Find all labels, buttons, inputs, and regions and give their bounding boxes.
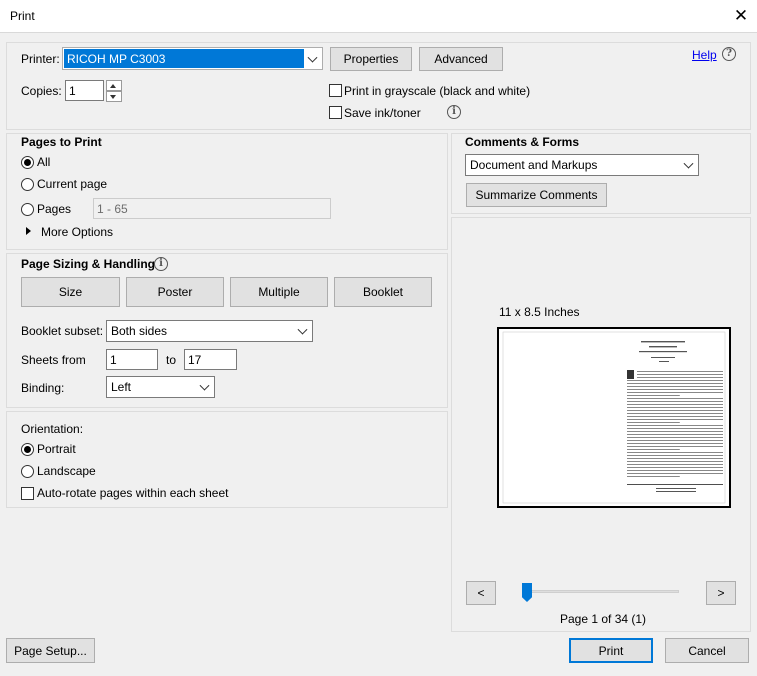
sheets-from-label: Sheets from: [21, 353, 86, 367]
orientation-title: Orientation:: [21, 422, 84, 436]
title-bar: Print ✕: [0, 0, 757, 33]
pages-range-label: Pages: [37, 202, 72, 216]
printer-selected-value: RICOH MP C3003: [64, 49, 304, 68]
current-page-label: Current page: [37, 177, 108, 191]
autorotate-checkbox[interactable]: [21, 487, 34, 500]
current-page-radio[interactable]: [21, 178, 34, 191]
chevron-down-icon: [683, 158, 694, 169]
comments-forms-value: Document and Markups: [470, 158, 598, 172]
page-slider-track[interactable]: [527, 590, 679, 593]
page-setup-button[interactable]: Page Setup...: [6, 638, 95, 663]
advanced-button[interactable]: Advanced: [419, 47, 503, 71]
more-options-toggle[interactable]: More Options: [41, 225, 113, 239]
save-ink-checkbox[interactable]: [329, 106, 342, 119]
landscape-radio[interactable]: [21, 465, 34, 478]
printer-label: Printer:: [21, 52, 60, 66]
properties-button[interactable]: Properties: [330, 47, 412, 71]
copies-increment-button[interactable]: [106, 80, 122, 91]
size-button[interactable]: Size: [21, 277, 120, 307]
printer-select[interactable]: RICOH MP C3003: [62, 47, 323, 70]
booklet-subset-value: Both sides: [111, 324, 168, 338]
summarize-comments-button[interactable]: Summarize Comments: [466, 183, 607, 207]
arrow-up-icon: [110, 84, 116, 88]
close-icon[interactable]: ✕: [731, 5, 751, 27]
multiple-button[interactable]: Multiple: [230, 277, 328, 307]
chevron-down-icon: [297, 324, 308, 335]
autorotate-label: Auto-rotate pages within each sheet: [37, 486, 229, 500]
info-icon[interactable]: i: [447, 105, 461, 119]
copies-input[interactable]: 1: [65, 80, 104, 101]
help-link[interactable]: Help: [692, 48, 717, 62]
info-icon[interactable]: i: [154, 257, 168, 271]
comments-forms-title: Comments & Forms: [465, 135, 580, 149]
save-ink-label: Save ink/toner: [344, 106, 421, 120]
poster-button[interactable]: Poster: [126, 277, 224, 307]
all-pages-radio[interactable]: [21, 156, 34, 169]
previous-page-button[interactable]: <: [466, 581, 496, 605]
cancel-button[interactable]: Cancel: [665, 638, 749, 663]
booklet-button[interactable]: Booklet: [334, 277, 432, 307]
all-pages-label: All: [37, 155, 51, 169]
page-sizing-title: Page Sizing & Handling: [21, 257, 156, 271]
landscape-label: Landscape: [37, 464, 96, 478]
binding-value: Left: [111, 380, 132, 394]
arrow-down-icon: [110, 95, 116, 99]
portrait-radio[interactable]: [21, 443, 34, 456]
page-preview: [497, 327, 731, 508]
binding-select[interactable]: Left: [106, 376, 215, 398]
next-page-button[interactable]: >: [706, 581, 736, 605]
portrait-label: Portrait: [37, 442, 76, 456]
sheets-from-input[interactable]: 1: [106, 349, 158, 370]
triangle-right-icon[interactable]: [26, 227, 31, 235]
help-question-icon[interactable]: ?: [722, 47, 736, 61]
print-button[interactable]: Print: [569, 638, 653, 663]
sheets-to-label: to: [166, 353, 177, 367]
booklet-subset-select[interactable]: Both sides: [106, 320, 313, 342]
copies-label: Copies:: [21, 84, 62, 98]
pages-range-input[interactable]: 1 - 65: [93, 198, 331, 219]
copies-decrement-button[interactable]: [106, 91, 122, 102]
binding-label: Binding:: [21, 381, 65, 395]
chevron-down-icon: [199, 380, 210, 391]
comments-forms-select[interactable]: Document and Markups: [465, 154, 699, 176]
page-preview-thumbnail: [502, 331, 726, 504]
grayscale-label: Print in grayscale (black and white): [344, 84, 531, 98]
chevron-down-icon: [307, 52, 318, 63]
preview-size-label: 11 x 8.5 Inches: [499, 305, 580, 319]
window-title: Print: [10, 9, 35, 23]
page-info: Page 1 of 34 (1): [560, 612, 647, 626]
booklet-subset-label: Booklet subset:: [21, 324, 104, 338]
pages-to-print-title: Pages to Print: [21, 135, 102, 149]
pages-range-radio[interactable]: [21, 203, 34, 216]
grayscale-checkbox[interactable]: [329, 84, 342, 97]
sheets-to-input[interactable]: 17: [184, 349, 237, 370]
